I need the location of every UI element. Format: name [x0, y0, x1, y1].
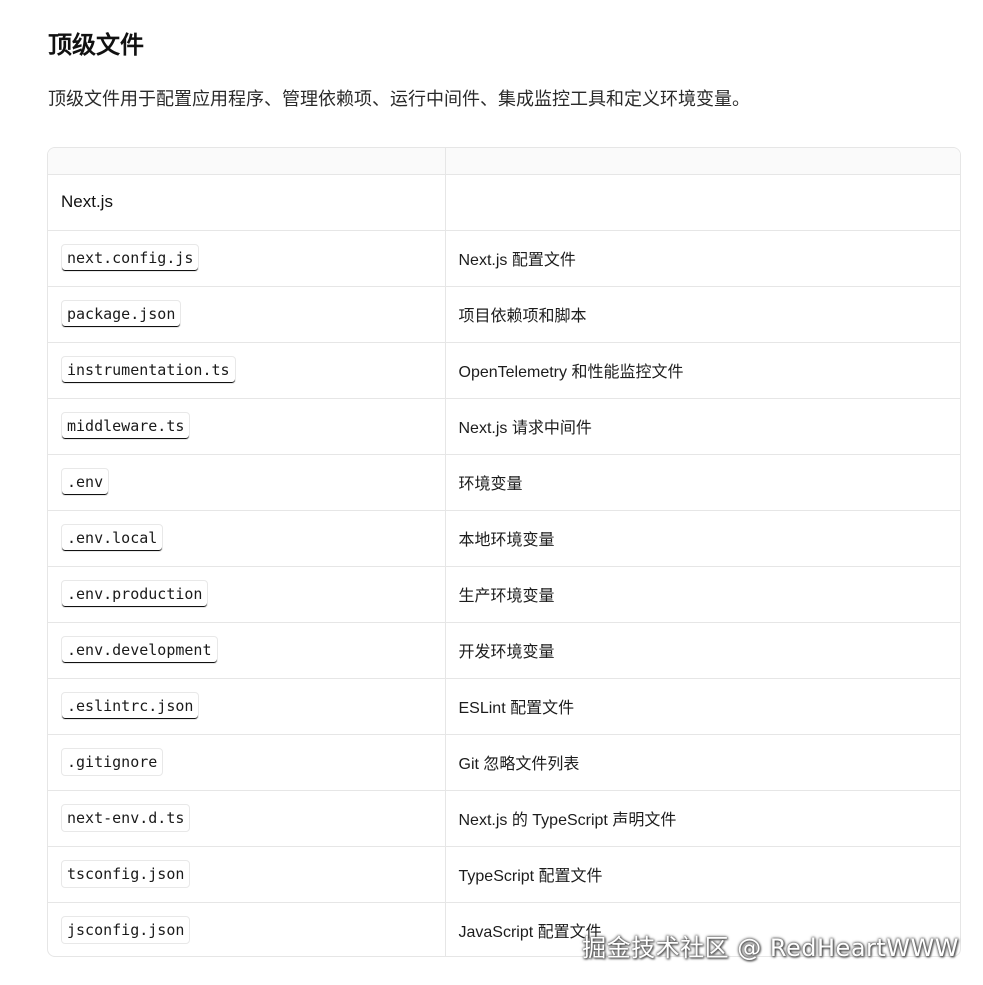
file-link[interactable]: .env.local: [61, 524, 164, 552]
file-name: tsconfig.json: [61, 860, 191, 888]
file-name: next-env.d.ts: [61, 804, 191, 832]
file-description: 本地环境变量: [458, 532, 555, 549]
table-row: .gitignore Git 忽略文件列表: [48, 733, 960, 790]
table-row: .env 环境变量: [48, 453, 960, 510]
table-header-cell: [48, 148, 445, 175]
file-description: 开发环境变量: [458, 644, 555, 661]
table-row: tsconfig.json TypeScript 配置文件: [48, 845, 960, 902]
file-description: 环境变量: [458, 476, 523, 493]
file-description: 生产环境变量: [458, 588, 555, 605]
table-row: .eslintrc.json ESLint 配置文件: [48, 677, 960, 734]
section-intro: 顶级文件用于配置应用程序、管理依赖项、运行中间件、集成监控工具和定义环境变量。: [48, 89, 750, 109]
file-description: JavaScript 配置文件: [458, 924, 602, 942]
group-label-text: Next.js: [61, 192, 113, 211]
file-link[interactable]: middleware.ts: [61, 412, 191, 440]
table-header: [48, 148, 960, 175]
file-link[interactable]: .env: [61, 468, 110, 496]
file-description: Next.js 请求中间件: [458, 420, 592, 437]
table-row: middleware.ts Next.js 请求中间件: [48, 397, 960, 454]
file-link[interactable]: next.config.js: [61, 244, 200, 272]
file-link[interactable]: .env.development: [61, 636, 218, 664]
file-description: Next.js 的 TypeScript 声明文件: [458, 812, 677, 829]
table-row: next-env.d.ts Next.js 的 TypeScript 声明文件: [48, 789, 960, 846]
group-empty-cell: [444, 174, 960, 230]
file-name: .gitignore: [61, 748, 164, 776]
table-row: next.config.js Next.js 配置文件: [48, 229, 960, 286]
file-link[interactable]: instrumentation.ts: [61, 356, 236, 384]
file-description: TypeScript 配置文件: [458, 868, 603, 885]
file-description: ESLint 配置文件: [458, 700, 575, 717]
section-heading: 顶级文件: [48, 32, 144, 59]
watermark: 掘金技术社区 @ RedHeartWWW: [582, 934, 959, 962]
file-link[interactable]: package.json: [61, 300, 182, 328]
file-description: Git 忽略文件列表: [458, 756, 580, 773]
table-row: instrumentation.ts OpenTelemetry 和性能监控文件: [48, 341, 960, 398]
file-link[interactable]: .env.production: [61, 580, 209, 608]
file-description: Next.js 配置文件: [458, 252, 576, 269]
file-name: jsconfig.json: [61, 916, 191, 945]
file-link[interactable]: .eslintrc.json: [61, 692, 200, 720]
table-row: .env.production 生产环境变量: [48, 565, 960, 622]
file-description: OpenTelemetry 和性能监控文件: [458, 364, 684, 381]
table-row: .env.local 本地环境变量: [48, 509, 960, 566]
table-row: package.json 项目依赖项和脚本: [48, 285, 960, 342]
file-description: 项目依赖项和脚本: [458, 308, 587, 325]
group-label: Next.js: [48, 174, 445, 230]
table-row: .env.development 开发环境变量: [48, 621, 960, 678]
files-table: Next.js next.config.js Next.js 配置文件 pack…: [47, 147, 961, 957]
table-group-row: Next.js: [48, 174, 960, 230]
table-header-cell: [444, 148, 960, 175]
